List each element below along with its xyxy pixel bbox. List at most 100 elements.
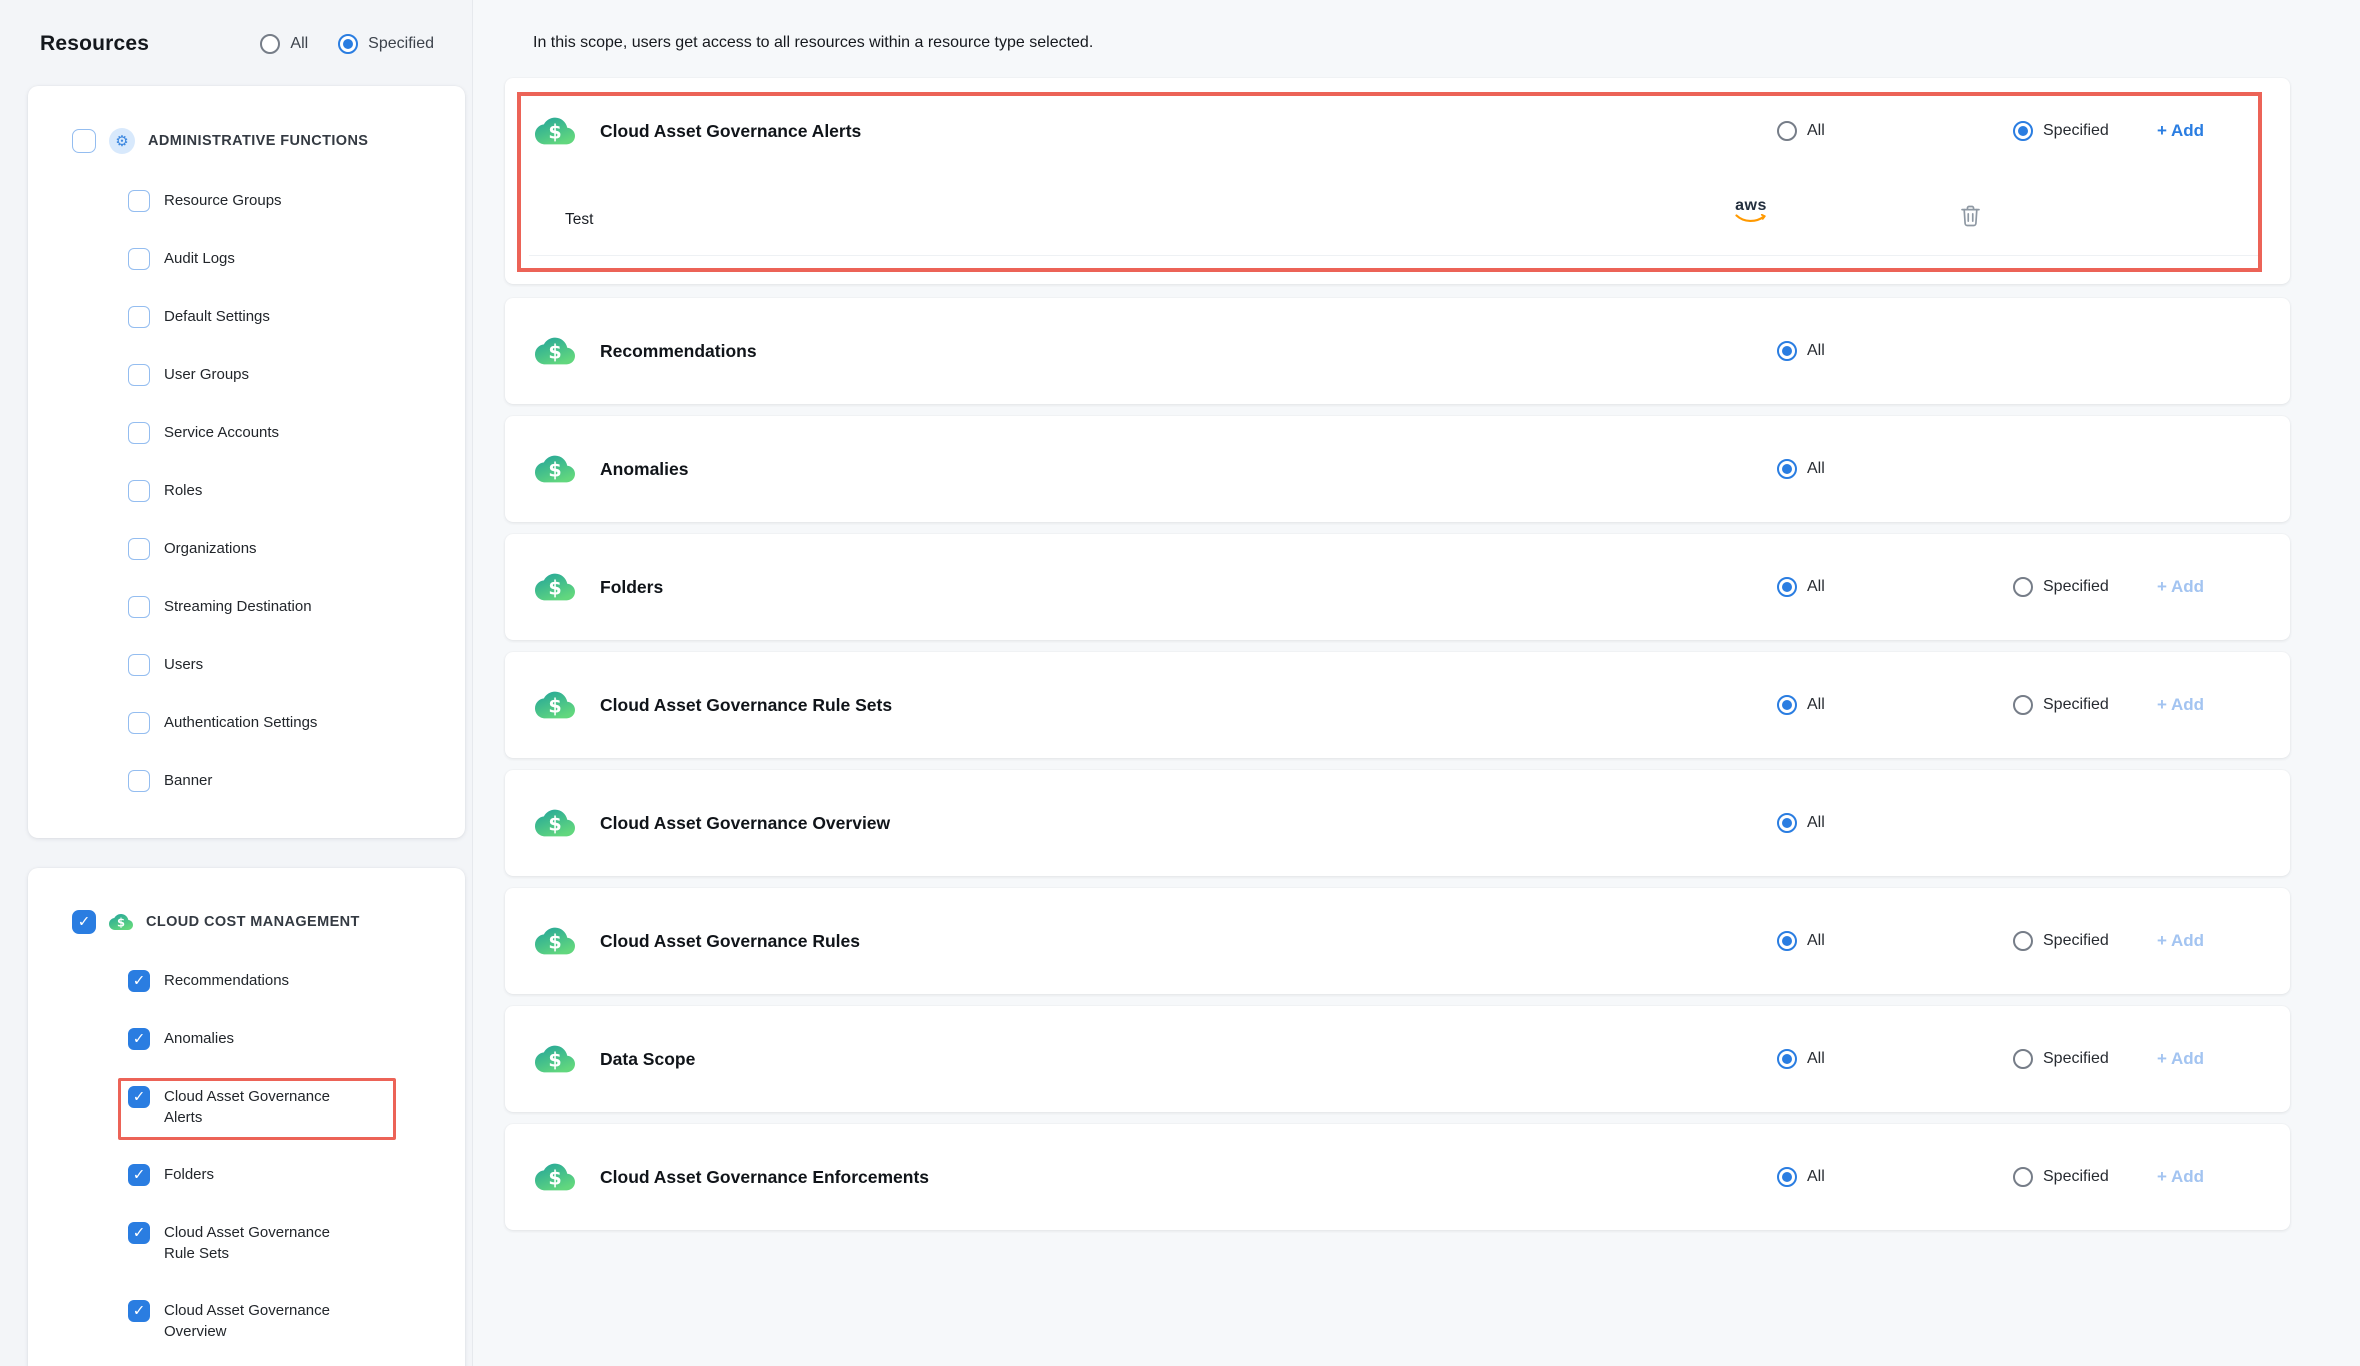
resource-type-row: $ Anomalies All — [505, 416, 2290, 522]
resource-type-row-main: $ Cloud Asset Governance Enforcements Al… — [505, 1124, 2290, 1230]
specified-radio[interactable]: Specified — [2013, 577, 2109, 597]
resource-checkbox-item[interactable]: Default Settings — [128, 306, 451, 328]
delete-entry-button[interactable] — [1957, 202, 1984, 229]
resource-checkbox-item[interactable]: Banner — [128, 770, 451, 792]
radio-icon — [2013, 121, 2033, 141]
radio-icon — [2013, 695, 2033, 715]
resource-checkbox-item[interactable]: Cloud Asset Governance Overview — [128, 1300, 451, 1342]
checkbox-icon — [128, 306, 150, 328]
resource-item-label: Authentication Settings — [164, 712, 317, 733]
specified-radio[interactable]: Specified — [2013, 1049, 2109, 1069]
cloud-dollar-icon: $ — [535, 331, 575, 371]
resource-type-row-main: $ Cloud Asset Governance Rules All Speci… — [505, 888, 2290, 994]
all-radio[interactable]: All — [1777, 813, 1825, 833]
radio-label: All — [1807, 696, 1825, 714]
resource-group-card: ⚙ ADMINISTRATIVE FUNCTIONS Resource Grou… — [28, 86, 465, 838]
radio-icon — [1777, 813, 1797, 833]
radio-label: All — [290, 35, 308, 53]
radio-icon — [1777, 577, 1797, 597]
resource-checkbox-item[interactable]: Cloud Asset Governance Alerts — [128, 1086, 451, 1128]
radio-icon — [1777, 121, 1797, 141]
resource-checkbox-item[interactable]: Service Accounts — [128, 422, 451, 444]
resources-permissions-page: Resources All Specified ⚙ ADMINISTRATIVE… — [0, 0, 2360, 1366]
resource-checkbox-item[interactable]: Users — [128, 654, 451, 676]
resource-type-row: $ Cloud Asset Governance Rules All Speci… — [505, 888, 2290, 994]
checkbox-icon — [128, 1164, 150, 1186]
resource-checkbox-item[interactable]: Audit Logs — [128, 248, 451, 270]
resource-item-label: Service Accounts — [164, 422, 279, 443]
resource-item-label: Anomalies — [164, 1028, 234, 1049]
all-radio[interactable]: All — [1777, 459, 1825, 479]
radio-icon — [1777, 1167, 1797, 1187]
resource-item-label: Resource Groups — [164, 190, 282, 211]
radio-label: Specified — [2043, 1050, 2109, 1068]
group-label: ADMINISTRATIVE FUNCTIONS — [148, 133, 368, 149]
resource-type-row: $ Folders All Specified + Add — [505, 534, 2290, 640]
cloud-dollar-icon: $ — [535, 449, 575, 489]
resource-checkbox-item[interactable]: Organizations — [128, 538, 451, 560]
radio-icon — [1777, 341, 1797, 361]
radio-icon — [1777, 1049, 1797, 1069]
gear-icon: ⚙ — [109, 128, 135, 154]
aws-logo-icon: aws — [1735, 198, 1767, 224]
svg-text:$: $ — [548, 1167, 561, 1190]
checkbox-icon — [128, 770, 150, 792]
resources-specified-radio[interactable]: Specified — [338, 34, 434, 54]
all-radio[interactable]: All — [1777, 695, 1825, 715]
resource-type-row-main: $ Anomalies All — [505, 416, 2290, 522]
resource-item-label: Cloud Asset Governance Rule Sets — [164, 1222, 356, 1264]
radio-label: Specified — [2043, 696, 2109, 714]
resource-checkbox-item[interactable]: User Groups — [128, 364, 451, 386]
all-radio[interactable]: All — [1777, 341, 1825, 361]
group-checkbox[interactable] — [72, 910, 96, 934]
checkbox-icon — [128, 1086, 150, 1108]
resource-checkbox-item[interactable]: Cloud Asset Governance Rule Sets — [128, 1222, 451, 1264]
resource-checkbox-item[interactable]: Anomalies — [128, 1028, 451, 1050]
specified-radio[interactable]: Specified — [2013, 695, 2109, 715]
checkbox-icon — [128, 1222, 150, 1244]
resource-item-label: Default Settings — [164, 306, 270, 327]
specified-radio[interactable]: Specified — [2013, 931, 2109, 951]
checkbox-icon — [128, 480, 150, 502]
resource-type-row: $ Cloud Asset Governance Alerts All Spec… — [505, 78, 2290, 284]
resource-checkbox-item[interactable]: Resource Groups — [128, 190, 451, 212]
add-resource-button: + Add — [2157, 1049, 2204, 1069]
group-items: Recommendations Anomalies Cloud Asset Go… — [128, 970, 451, 1366]
specified-resource-entry: Test aws — [529, 184, 2260, 256]
resource-checkbox-item[interactable]: Authentication Settings — [128, 712, 451, 734]
group-checkbox[interactable] — [72, 129, 96, 153]
resource-type-row-main: $ Folders All Specified + Add — [505, 534, 2290, 640]
resource-checkbox-item[interactable]: Folders — [128, 1164, 451, 1186]
add-resource-button[interactable]: + Add — [2157, 121, 2204, 141]
resource-type-title: Cloud Asset Governance Rule Sets — [600, 695, 892, 716]
all-radio[interactable]: All — [1777, 931, 1825, 951]
specified-radio[interactable]: Specified — [2013, 1167, 2109, 1187]
all-radio[interactable]: All — [1777, 121, 1825, 141]
resource-type-title: Cloud Asset Governance Alerts — [600, 121, 861, 142]
resources-all-radio[interactable]: All — [260, 34, 308, 54]
checkbox-icon — [128, 654, 150, 676]
checkbox-icon — [128, 364, 150, 386]
all-radio[interactable]: All — [1777, 1167, 1825, 1187]
radio-label: All — [1807, 122, 1825, 140]
radio-label: Specified — [2043, 932, 2109, 950]
resource-item-label: Cloud Asset Governance Alerts — [164, 1086, 356, 1128]
resource-item-label: Audit Logs — [164, 248, 235, 269]
resource-type-title: Data Scope — [600, 1049, 695, 1070]
radio-label: All — [1807, 342, 1825, 360]
specified-radio[interactable]: Specified — [2013, 121, 2109, 141]
all-radio[interactable]: All — [1777, 577, 1825, 597]
group-items: Resource Groups Audit Logs Default Setti… — [128, 190, 451, 792]
radio-label: Specified — [2043, 122, 2109, 140]
add-resource-button: + Add — [2157, 931, 2204, 951]
cloud-dollar-icon: $ — [535, 685, 575, 725]
resource-checkbox-item[interactable]: Recommendations — [128, 970, 451, 992]
resource-type-row: $ Cloud Asset Governance Rule Sets All S… — [505, 652, 2290, 758]
radio-icon — [2013, 577, 2033, 597]
resource-checkbox-item[interactable]: Streaming Destination — [128, 596, 451, 618]
all-radio[interactable]: All — [1777, 1049, 1825, 1069]
resource-type-title: Recommendations — [600, 341, 757, 362]
checkbox-icon — [128, 1300, 150, 1322]
svg-text:$: $ — [117, 916, 125, 930]
resource-checkbox-item[interactable]: Roles — [128, 480, 451, 502]
